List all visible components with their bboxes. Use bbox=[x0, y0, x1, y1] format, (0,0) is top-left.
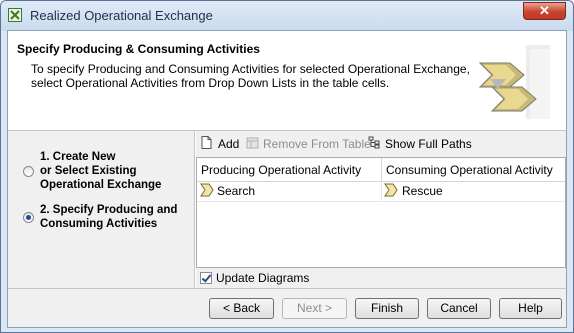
page-description-line-1: To specify Producing and Consuming Activ… bbox=[31, 62, 470, 76]
button-bar: < Back Next > Finish Cancel Help bbox=[8, 288, 566, 328]
help-button[interactable]: Help bbox=[499, 298, 562, 319]
dialog-window: Realized Operational Exchange ✕ Specify … bbox=[0, 0, 574, 333]
wizard-content: Add Remove From Table Show Full Paths Pr… bbox=[196, 131, 566, 288]
window-title: Realized Operational Exchange bbox=[30, 8, 213, 23]
column-header-producing[interactable]: Producing Operational Activity bbox=[201, 163, 361, 177]
table-row[interactable]: Search Rescue bbox=[197, 181, 565, 202]
finish-button[interactable]: Finish bbox=[355, 298, 419, 319]
step-2-label-line-2[interactable]: Consuming Activities bbox=[40, 218, 157, 230]
consuming-activity-cell[interactable]: Rescue bbox=[402, 184, 443, 198]
wizard-header: Specify Producing & Consuming Activities… bbox=[8, 31, 566, 131]
step-1-label-line-2[interactable]: or Select Existing bbox=[40, 165, 137, 177]
next-button[interactable]: Next > bbox=[282, 298, 347, 319]
add-icon[interactable] bbox=[201, 136, 212, 149]
show-full-paths-button[interactable]: Show Full Paths bbox=[385, 137, 472, 151]
dialog-body: Specify Producing & Consuming Activities… bbox=[7, 30, 567, 328]
title-bar[interactable]: Realized Operational Exchange ✕ bbox=[1, 1, 573, 31]
add-button[interactable]: Add bbox=[218, 137, 239, 151]
update-diagrams-checkbox[interactable] bbox=[200, 272, 212, 284]
page-description-line-2: select Operational Activities from Drop … bbox=[31, 76, 390, 90]
producing-activity-cell[interactable]: Search bbox=[217, 184, 255, 198]
operational-activity-icon bbox=[384, 183, 398, 197]
step-1-label-line-3[interactable]: Operational Exchange bbox=[40, 179, 161, 191]
page-title: Specify Producing & Consuming Activities bbox=[17, 42, 260, 56]
close-button[interactable]: ✕ bbox=[523, 2, 566, 20]
back-button[interactable]: < Back bbox=[209, 298, 274, 319]
table-header: Producing Operational Activity Consuming… bbox=[197, 158, 565, 182]
remove-from-table-icon bbox=[246, 137, 259, 149]
show-full-paths-icon[interactable] bbox=[368, 136, 381, 149]
update-diagrams-label[interactable]: Update Diagrams bbox=[216, 271, 309, 285]
cancel-button[interactable]: Cancel bbox=[427, 298, 491, 319]
app-icon bbox=[8, 8, 22, 22]
step-2-radio[interactable] bbox=[23, 212, 34, 223]
table-toolbar: Add Remove From Table Show Full Paths bbox=[196, 131, 566, 155]
step-1-label-line-1[interactable]: 1. Create New bbox=[40, 151, 115, 163]
activities-table: Producing Operational Activity Consuming… bbox=[196, 157, 566, 268]
remove-from-table-button[interactable]: Remove From Table bbox=[263, 137, 371, 151]
cell-divider bbox=[381, 181, 382, 201]
wizard-steps: 1. Create New or Select Existing Operati… bbox=[8, 131, 194, 288]
operational-exchange-graphic bbox=[478, 45, 550, 119]
column-divider bbox=[381, 158, 382, 181]
operational-activity-icon bbox=[200, 183, 214, 197]
column-header-consuming[interactable]: Consuming Operational Activity bbox=[386, 163, 553, 177]
step-1-radio[interactable] bbox=[23, 166, 34, 177]
step-2-label-line-1[interactable]: 2. Specify Producing and bbox=[40, 204, 177, 216]
